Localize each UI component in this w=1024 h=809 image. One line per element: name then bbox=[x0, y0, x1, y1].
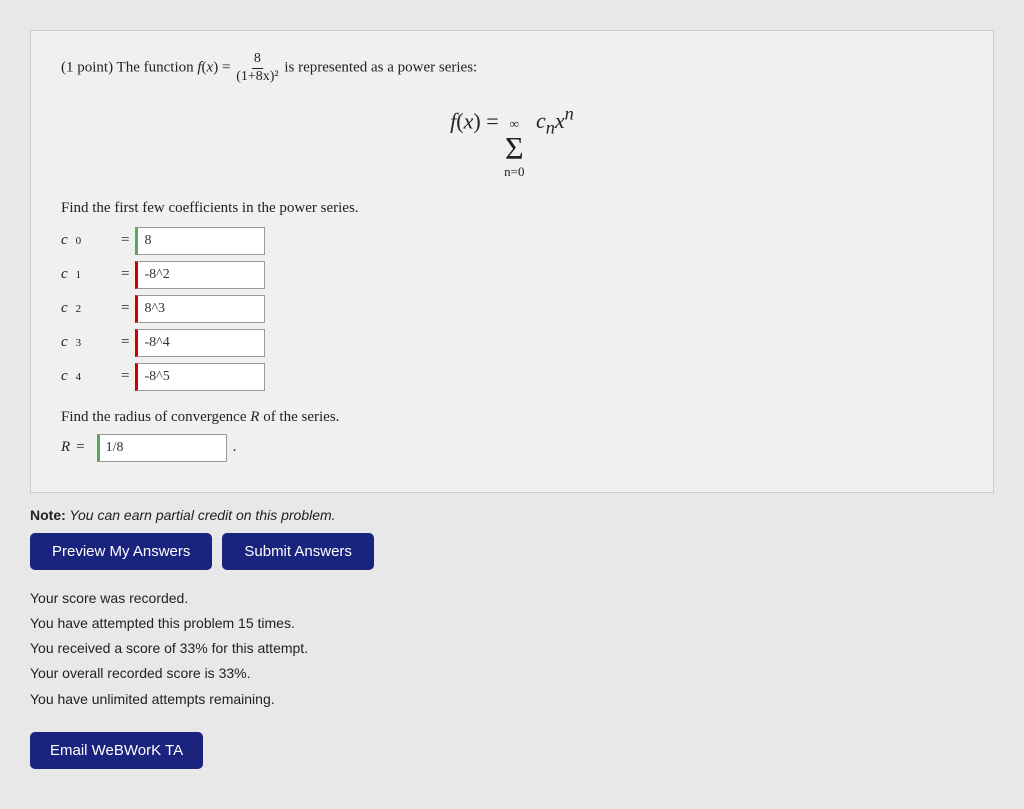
email-button[interactable]: Email WeBWorK TA bbox=[30, 732, 203, 769]
equals-0: = bbox=[121, 232, 129, 249]
coeff-input-1[interactable] bbox=[135, 261, 265, 289]
problem-box: (1 point) The function f(x) = 8(1+8x)² i… bbox=[30, 30, 994, 493]
coeff-row-0: c0 = bbox=[61, 227, 963, 255]
equals-3: = bbox=[121, 334, 129, 351]
sigma-container: ∞ Σ n=0 bbox=[504, 116, 524, 180]
score-line-5: You have unlimited attempts remaining. bbox=[30, 687, 994, 712]
note-section: Note: You can earn partial credit on thi… bbox=[30, 507, 994, 523]
coeff-row-2: c2 = bbox=[61, 295, 963, 323]
coeff-input-4[interactable] bbox=[135, 363, 265, 391]
series-term: cnxn bbox=[536, 108, 574, 133]
note-label: Note: bbox=[30, 507, 66, 523]
score-line-4: Your overall recorded score is 33%. bbox=[30, 661, 994, 686]
buttons-row: Preview My Answers Submit Answers bbox=[30, 533, 994, 570]
coeff-label-1: c1 bbox=[61, 266, 121, 283]
statement-prefix: (1 point) The function bbox=[61, 60, 197, 76]
radius-suffix: of the series. bbox=[259, 409, 339, 425]
coefficient-rows: c0 = c1 = c2 = c3 = c4 = bbox=[61, 227, 963, 391]
radius-R-label: R bbox=[61, 439, 70, 456]
coeff-row-4: c4 = bbox=[61, 363, 963, 391]
preview-button[interactable]: Preview My Answers bbox=[30, 533, 212, 570]
equals-1: = bbox=[121, 266, 129, 283]
score-section: Your score was recorded. You have attemp… bbox=[30, 586, 994, 712]
radius-input[interactable] bbox=[97, 434, 227, 462]
radius-label: Find the radius of convergence bbox=[61, 409, 250, 425]
submit-button[interactable]: Submit Answers bbox=[222, 533, 374, 570]
page-container: (1 point) The function f(x) = 8(1+8x)² i… bbox=[0, 0, 1024, 809]
series-display: f(x) = ∞ Σ n=0 cnxn bbox=[61, 104, 963, 180]
coeff-label-0: c0 bbox=[61, 232, 121, 249]
coeff-input-0[interactable] bbox=[135, 227, 265, 255]
coeff-input-3[interactable] bbox=[135, 329, 265, 357]
score-line-1: Your score was recorded. bbox=[30, 586, 994, 611]
problem-statement: (1 point) The function f(x) = 8(1+8x)² i… bbox=[61, 51, 963, 86]
radius-section: Find the radius of convergence R of the … bbox=[61, 409, 963, 462]
radius-row: R = . bbox=[61, 434, 963, 462]
radius-period: . bbox=[233, 439, 237, 456]
find-coefficients-label: Find the first few coefficients in the p… bbox=[61, 200, 963, 217]
equals-2: = bbox=[121, 300, 129, 317]
score-line-3: You received a score of 33% for this att… bbox=[30, 636, 994, 661]
fraction-numerator: 8 bbox=[252, 51, 263, 69]
coeff-label-4: c4 bbox=[61, 368, 121, 385]
email-btn-row: Email WeBWorK TA bbox=[30, 732, 994, 769]
series-label: f(x) = bbox=[450, 108, 504, 133]
radius-equals: = bbox=[76, 439, 84, 456]
equals-sign: = bbox=[218, 60, 234, 76]
coeff-row-3: c3 = bbox=[61, 329, 963, 357]
fraction-denominator: (1+8x)² bbox=[234, 69, 280, 86]
note-text: You can earn partial credit on this prob… bbox=[66, 507, 336, 523]
func-name: f(x) bbox=[197, 60, 218, 76]
sigma-bottom: n=0 bbox=[504, 164, 524, 180]
statement-suffix: is represented as a power series: bbox=[281, 60, 478, 76]
score-line-2: You have attempted this problem 15 times… bbox=[30, 611, 994, 636]
sigma-symbol: Σ bbox=[505, 132, 524, 164]
equals-4: = bbox=[121, 368, 129, 385]
coeff-label-3: c3 bbox=[61, 334, 121, 351]
coeff-input-2[interactable] bbox=[135, 295, 265, 323]
coeff-label-2: c2 bbox=[61, 300, 121, 317]
fraction: 8(1+8x)² bbox=[234, 51, 280, 86]
coeff-row-1: c1 = bbox=[61, 261, 963, 289]
